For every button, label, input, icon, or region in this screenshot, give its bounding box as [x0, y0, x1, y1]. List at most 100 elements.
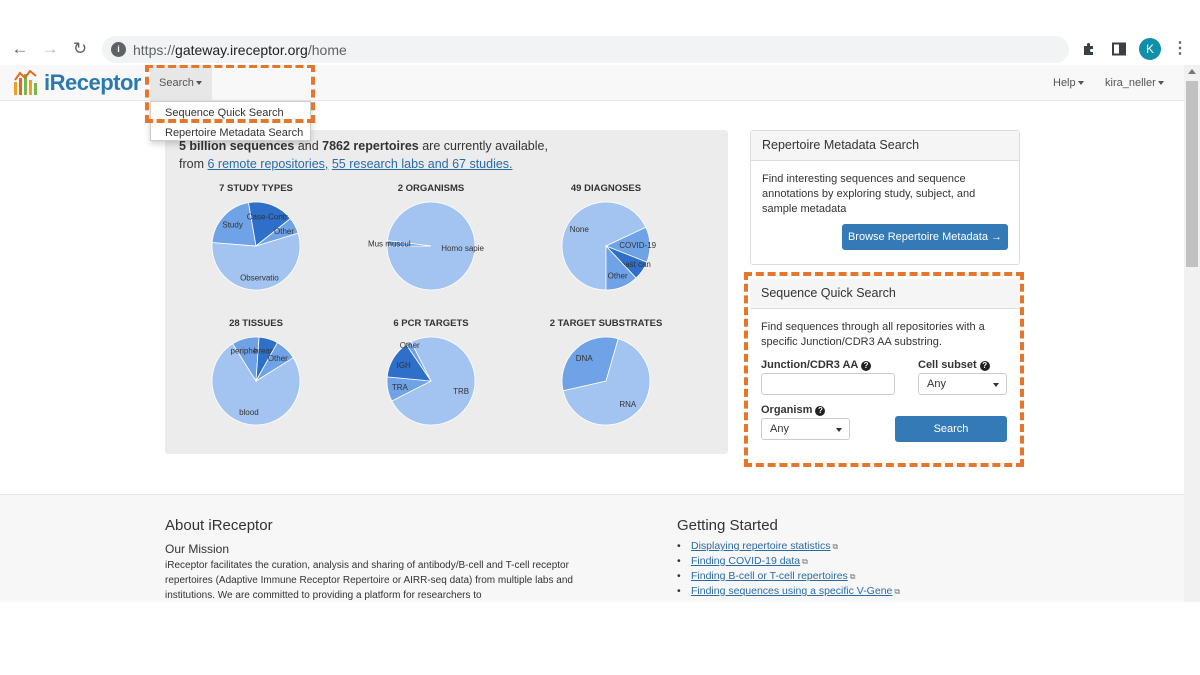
organism-select[interactable]: Any [761, 418, 850, 440]
stats-connector: and [294, 139, 323, 153]
user-menu-toggle[interactable]: kira_neller [1105, 77, 1164, 89]
pie-chart-target-substrates[interactable]: RNA DNA [560, 335, 652, 427]
stats-prefix: from [179, 157, 208, 171]
browse-repertoire-metadata-button[interactable]: Browse Repertoire Metadata → [842, 224, 1008, 250]
pie-slice-label: TRA [392, 383, 409, 392]
pie-slice-label: Other [274, 227, 294, 236]
cell-subset-label: Cell subset ? [918, 359, 990, 371]
chart-title-target-substrates: 2 TARGET SUBSTRATES [549, 318, 663, 329]
profile-avatar[interactable]: K [1139, 38, 1161, 60]
organism-value: Any [770, 423, 789, 435]
logo-text: iReceptor [44, 70, 141, 95]
caret-down-icon [1157, 81, 1164, 86]
pie-slice-label: TRB [453, 387, 469, 396]
pie-chart-study-types[interactable]: Observatio Study Case-Contr Other [210, 200, 302, 292]
card-title: Repertoire Metadata Search [751, 131, 1019, 161]
card-title: Sequence Quick Search [750, 279, 1020, 309]
pie-slice-label: blood [239, 408, 259, 417]
search-menu-toggle[interactable]: Search [150, 65, 212, 101]
repertoire-count: 7862 repertoires [322, 139, 419, 153]
url-path: /home [307, 42, 347, 58]
scrollbar-thumb[interactable] [1186, 81, 1198, 267]
pie-chart-pcr-targets[interactable]: TRB TRA IGH Other [385, 335, 477, 427]
card-description: Find interesting sequences and sequence … [762, 173, 976, 215]
top-blank-area [0, 0, 1200, 33]
statistics-panel: 5 billion sequences and 7862 repertoires… [165, 130, 728, 454]
caret-down-icon [195, 81, 202, 86]
address-bar[interactable]: i https://gateway.ireceptor.org/home [102, 36, 1069, 63]
external-link-icon: ⧉ [832, 542, 839, 551]
repositories-link[interactable]: 6 remote repositories, [207, 157, 328, 171]
back-arrow-icon[interactable]: ← [10, 39, 30, 59]
organism-label: Organism ? [761, 404, 826, 416]
dropdown-item-sequence-quick-search[interactable]: Sequence Quick Search [165, 107, 284, 119]
about-title: About iReceptor [165, 517, 273, 534]
page-footer: About iReceptor Our Mission iReceptor fa… [0, 494, 1184, 602]
chart-title-tissues: 28 TISSUES [229, 318, 283, 329]
search-button[interactable]: Search [895, 416, 1007, 442]
cell-subset-label-text: Cell subset [918, 359, 977, 371]
ireceptor-logo[interactable]: iReceptor [12, 69, 141, 97]
chevron-down-icon [993, 383, 999, 387]
junction-input[interactable] [761, 373, 895, 395]
gs-link-cell-repertoires[interactable]: Finding B-cell or T-cell repertoires [691, 570, 848, 582]
getting-started-title: Getting Started [677, 517, 778, 534]
chart-title-organisms: 2 ORGANISMS [397, 183, 465, 194]
external-link-icon: ⧉ [849, 572, 856, 581]
gs-link-covid[interactable]: Finding COVID-19 data [691, 555, 800, 567]
reload-icon[interactable]: ↻ [70, 39, 90, 59]
gs-link-v-gene[interactable]: Finding sequences using a specific V-Gen… [691, 585, 892, 597]
dropdown-item-repertoire-metadata-search[interactable]: Repertoire Metadata Search [165, 127, 303, 139]
url-scheme: https:// [133, 42, 176, 58]
pie-slice-label: RNA [619, 400, 637, 409]
help-question-icon[interactable]: ? [815, 406, 826, 416]
caret-down-icon [1077, 81, 1084, 86]
junction-label-text: Junction/CDR3 AA [761, 359, 858, 371]
user-menu-label: kira_neller [1105, 77, 1156, 89]
pie-slice-label: None [570, 225, 590, 234]
forward-arrow-icon[interactable]: → [40, 39, 60, 59]
url-host: gateway.ireceptor.org [175, 42, 308, 58]
stats-sources-line: from 6 remote repositories, 55 research … [179, 157, 513, 171]
help-question-icon[interactable]: ? [979, 361, 990, 371]
help-question-icon[interactable]: ? [861, 361, 872, 371]
pie-slice-label: DNA [576, 354, 594, 363]
pie-slice-label: Other [400, 341, 420, 350]
labs-studies-link[interactable]: 55 research labs and 67 studies. [332, 157, 513, 171]
sequence-count: 5 billion sequences [179, 139, 295, 153]
external-link-icon: ⧉ [802, 557, 808, 566]
scroll-up-arrow-icon[interactable] [1188, 69, 1196, 74]
pie-chart-tissues[interactable]: bloodperipheralbreastOther [210, 335, 302, 427]
chart-title-diagnoses: 49 DIAGNOSES [570, 183, 642, 194]
stats-suffix: are currently available, [418, 139, 548, 153]
list-item: Displaying repertoire statistics⧉ [677, 539, 900, 554]
pie-slice-label: Case-Contr [247, 212, 288, 221]
side-panel-icon[interactable] [1109, 39, 1129, 59]
pie-slice-label: Other [268, 354, 288, 363]
help-menu-toggle[interactable]: Help [1053, 77, 1084, 89]
extensions-puzzle-icon[interactable] [1079, 39, 1099, 59]
list-item: Finding COVID-19 data⧉ [677, 554, 900, 569]
pie-chart-organisms[interactable]: Homo sapie Mus muscul [368, 200, 485, 292]
pie-slice-label: Observatio [240, 273, 279, 282]
gs-link-statistics[interactable]: Displaying repertoire statistics [691, 540, 830, 552]
page-viewport: iReceptor Search Help kira_neller Sequen… [0, 65, 1200, 602]
pie-slice-label: Study [222, 221, 242, 230]
list-item: Finding B-cell or T-cell repertoires⧉ [677, 569, 900, 584]
junction-label: Junction/CDR3 AA ? [761, 359, 872, 371]
browser-toolbar: ← → ↻ i https://gateway.ireceptor.org/ho… [0, 33, 1200, 65]
chevron-down-icon [836, 428, 842, 432]
pie-chart-diagnoses[interactable]: NoneCOVID-19breast canOther [560, 200, 657, 292]
vertical-scrollbar[interactable] [1184, 65, 1200, 602]
card-description: Find sequences through all repositories … [761, 321, 985, 348]
pie-slice-label: Other [608, 271, 628, 280]
list-item: Finding sequences using a specific V-Gen… [677, 584, 900, 599]
url-text[interactable]: https://gateway.ireceptor.org/home [133, 42, 347, 58]
cell-subset-select[interactable]: Any [918, 373, 1007, 395]
repertoire-metadata-card: Repertoire Metadata Search Find interest… [750, 130, 1020, 265]
site-info-icon[interactable]: i [111, 42, 126, 57]
sequence-quick-search-card: Sequence Quick Search Find sequences thr… [750, 279, 1020, 462]
stats-summary-line: 5 billion sequences and 7862 repertoires… [179, 139, 548, 153]
search-menu-label: Search [159, 77, 194, 89]
more-vert-icon[interactable]: ⋮ [1170, 39, 1190, 59]
